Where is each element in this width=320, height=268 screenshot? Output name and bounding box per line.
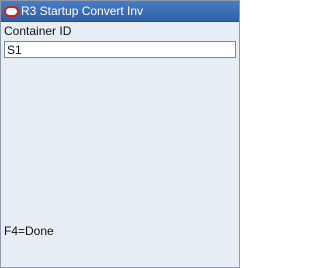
window-title: R3 Startup Convert Inv <box>21 4 144 18</box>
oracle-logo-icon <box>4 6 19 17</box>
container-id-label: Container ID <box>4 24 72 38</box>
container-id-input[interactable] <box>4 41 236 58</box>
app-window: R3 Startup Convert Inv Container ID F4=D… <box>0 0 240 268</box>
title-bar: R3 Startup Convert Inv <box>1 1 239 22</box>
function-key-hint: F4=Done <box>4 224 54 238</box>
